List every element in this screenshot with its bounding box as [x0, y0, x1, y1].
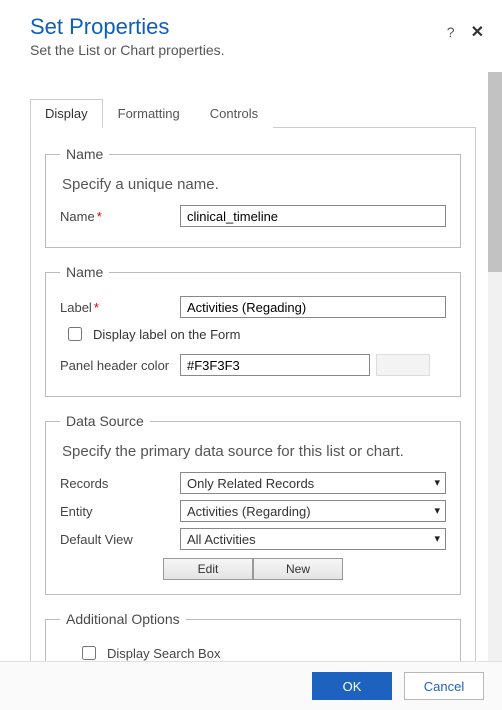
help-icon[interactable]: ?	[447, 24, 455, 40]
name-input[interactable]	[180, 205, 446, 227]
required-asterisk: *	[97, 209, 102, 224]
cancel-button[interactable]: Cancel	[404, 672, 484, 700]
search-label: Display Search Box	[107, 646, 220, 661]
modal-subtitle: Set the List or Chart properties.	[30, 42, 482, 58]
datasource-spec: Specify the primary data source for this…	[62, 443, 446, 460]
label-fieldset: Name Label* Display label on the Form Pa…	[45, 264, 461, 397]
modal-footer: OK Cancel	[0, 661, 502, 710]
label-label: Label*	[60, 300, 180, 315]
label-legend: Name	[60, 264, 109, 280]
records-select[interactable]: Only Related Records	[180, 472, 446, 494]
modal-header: Set Properties Set the List or Chart pro…	[0, 0, 502, 72]
label-input[interactable]	[180, 296, 446, 318]
set-properties-modal: Set Properties Set the List or Chart pro…	[0, 0, 502, 710]
tabs: Display Formatting Controls	[30, 98, 476, 128]
scrollbar-track[interactable]	[488, 72, 502, 661]
datasource-legend: Data Source	[60, 413, 150, 429]
close-icon[interactable]: ✕	[471, 22, 484, 42]
modal-title: Set Properties	[30, 14, 482, 40]
panel-color-input[interactable]	[180, 354, 370, 376]
name-fieldset: Name Specify a unique name. Name*	[45, 146, 461, 248]
modal-body: Display Formatting Controls Name Specify…	[0, 72, 488, 661]
tab-formatting[interactable]: Formatting	[103, 99, 195, 128]
defaultview-select[interactable]: All Activities	[180, 528, 446, 550]
scrollbar-thumb[interactable]	[488, 72, 502, 272]
ok-button[interactable]: OK	[312, 672, 392, 700]
records-label: Records	[60, 476, 180, 491]
additional-legend: Additional Options	[60, 611, 186, 627]
search-checkbox[interactable]	[82, 646, 96, 660]
panel-color-swatch[interactable]	[376, 354, 430, 376]
label-label-text: Label	[60, 300, 92, 315]
tab-controls[interactable]: Controls	[195, 99, 273, 128]
display-panel: Name Specify a unique name. Name* Name	[30, 128, 476, 661]
name-label: Name*	[60, 209, 180, 224]
required-asterisk: *	[94, 300, 99, 315]
name-label-text: Name	[60, 209, 95, 224]
display-label-checkbox[interactable]	[68, 327, 82, 341]
defaultview-label: Default View	[60, 532, 180, 547]
display-label-text: Display label on the Form	[93, 327, 240, 342]
datasource-fieldset: Data Source Specify the primary data sou…	[45, 413, 461, 595]
name-legend: Name	[60, 146, 109, 162]
additional-fieldset: Additional Options Display Search Box Di…	[45, 611, 461, 661]
entity-select[interactable]: Activities (Regarding)	[180, 500, 446, 522]
edit-button[interactable]: Edit	[163, 558, 253, 580]
tab-display[interactable]: Display	[30, 99, 103, 128]
entity-label: Entity	[60, 504, 180, 519]
panel-color-label: Panel header color	[60, 358, 180, 373]
name-spec: Specify a unique name.	[62, 176, 446, 193]
new-button[interactable]: New	[253, 558, 343, 580]
